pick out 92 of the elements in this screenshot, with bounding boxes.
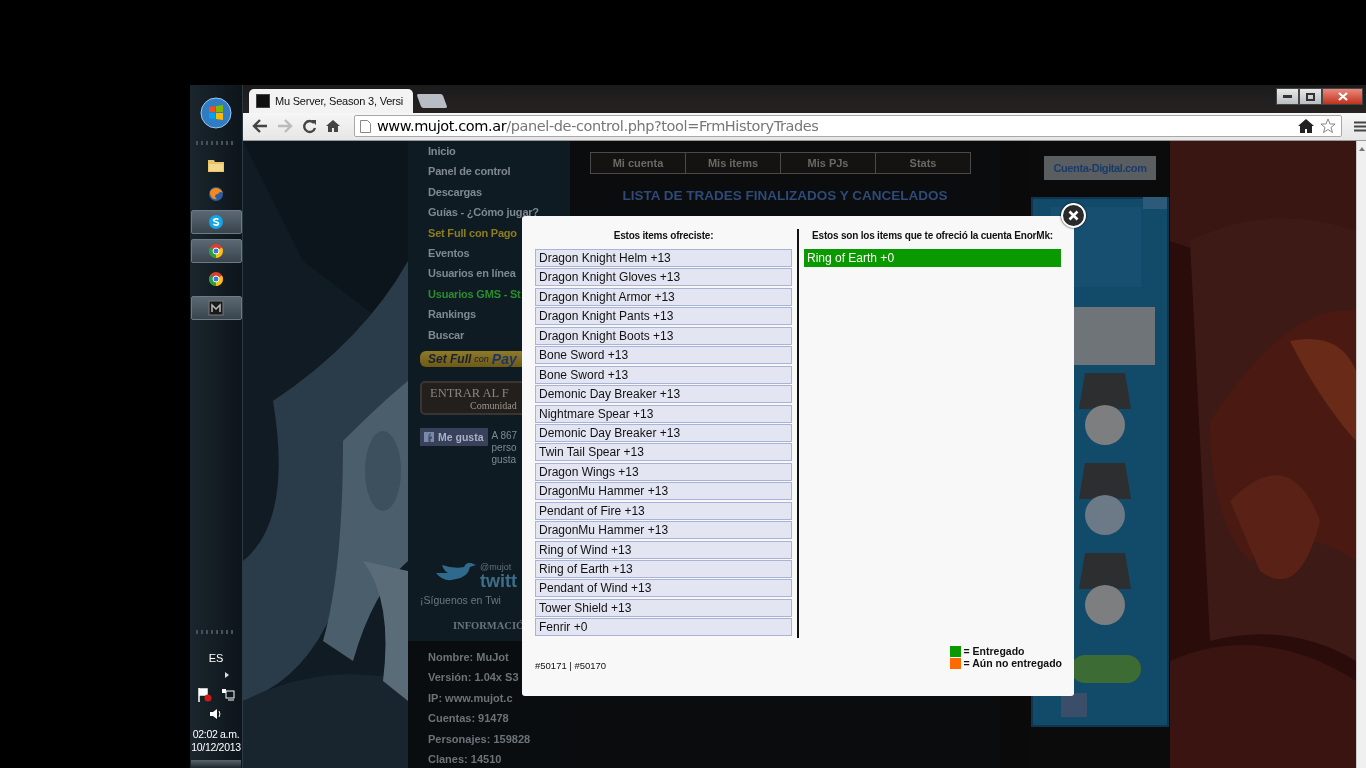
game-icon	[208, 299, 224, 316]
nav-link[interactable]: Inicio	[428, 141, 456, 162]
nav-link[interactable]: Guías - ¿Cómo jugar?	[428, 202, 539, 223]
menu-icon[interactable]	[1354, 120, 1366, 132]
page-tab[interactable]: Stats	[875, 152, 971, 174]
item-row: Pendant of Fire +13	[535, 501, 792, 520]
network-icon[interactable]	[220, 688, 235, 701]
twitter-handle: @mujot	[480, 562, 513, 573]
section-title: INFORMACIÓ	[453, 620, 525, 632]
item-row: Ring of Earth +13	[535, 560, 792, 578]
item-row: Dragon Knight Gloves +13	[535, 268, 792, 287]
item-row: Ring of Earth +0	[804, 249, 1061, 267]
favicon-icon	[256, 93, 270, 108]
info-row-text: IP: www.mujot.c	[428, 690, 513, 706]
page-tab[interactable]: Mis PJs	[780, 152, 876, 174]
new-tab-button[interactable]	[416, 93, 448, 108]
nav-link[interactable]: Eventos	[428, 243, 470, 264]
maximize-button[interactable]	[1299, 88, 1322, 105]
close-icon	[1068, 210, 1079, 221]
follow-link[interactable]: ¡Síguenos en Twi	[420, 594, 501, 607]
item-row: Tower Shield +13	[535, 598, 792, 617]
reload-icon[interactable]	[301, 118, 317, 134]
like-note-text: A 867	[491, 430, 518, 443]
taskbar-app[interactable]	[190, 238, 242, 263]
like-button[interactable]: Me gusta	[420, 428, 488, 447]
page-tab[interactable]: Mis items	[685, 152, 781, 174]
minimize-button[interactable]	[1276, 88, 1299, 105]
home-icon[interactable]	[1298, 118, 1314, 135]
folder-icon	[208, 158, 224, 172]
legend-label: = Aún no entregado	[963, 657, 1062, 669]
item-row: Bone Sword +13	[535, 365, 792, 384]
item-row: Dragon Knight Helm +13	[535, 249, 792, 267]
page-tab[interactable]: Mi cuenta	[590, 152, 686, 174]
item-row: Dragon Wings +13	[535, 462, 792, 481]
page-icon	[359, 119, 371, 133]
nav-link[interactable]: Set Full con Pago	[428, 222, 517, 244]
speaker-icon[interactable]	[209, 708, 223, 720]
facebook-icon	[424, 432, 434, 443]
clock-date: 10/12/2013	[191, 741, 241, 754]
star-icon[interactable]	[1320, 118, 1336, 135]
item-row: Ring of Wind +13	[535, 540, 792, 559]
column-title: Estos items ofreciste:	[612, 229, 715, 243]
language-indicator[interactable]: ES	[208, 652, 224, 664]
home-icon[interactable]	[325, 119, 340, 134]
item-row: Twin Tail Spear +13	[535, 443, 792, 462]
nav-link[interactable]: Usuarios GMS - St	[428, 283, 521, 305]
item-row: Demonic Day Breaker +13	[535, 423, 792, 442]
browser-tab[interactable]: Mu Server, Season 3, Versi	[249, 88, 413, 113]
clock-time: 02:02 a.m.	[192, 728, 240, 741]
globe-icon	[208, 185, 224, 202]
item-row: Bone Sword +13	[535, 346, 792, 365]
scroll-up-icon[interactable]	[1358, 147, 1365, 151]
tray-arrow-icon[interactable]	[225, 672, 229, 678]
item-row: DragonMu Hammer +13	[535, 482, 792, 501]
info-row-text: Cuentas: 91478	[428, 711, 509, 727]
minimize-icon	[1283, 95, 1292, 98]
taskbar-app[interactable]	[190, 295, 242, 320]
like-note-text: perso	[491, 442, 517, 455]
like-note-text: gusta	[491, 454, 516, 467]
item-row: Dragon Knight Boots +13	[535, 326, 792, 345]
page-heading: LISTA DE TRADES FINALIZADOS Y CANCELADOS	[622, 188, 948, 203]
info-row-text: Clanes: 14510	[428, 752, 502, 768]
chrome-icon	[208, 242, 224, 259]
item-row: Fenrir +0	[535, 618, 792, 637]
close-button[interactable]	[1322, 88, 1363, 105]
item-row: Dragon Knight Armor +13	[535, 287, 792, 306]
start-button[interactable]	[200, 97, 232, 129]
nav-link[interactable]: Usuarios en línea	[428, 263, 516, 284]
address-bar[interactable]: www.mujot.com.ar/panel-de-control.php?tool=FrmHistoryTrades	[353, 115, 1342, 138]
item-row: Dragon Knight Pants +13	[535, 307, 792, 326]
close-icon	[1337, 92, 1348, 101]
nav-link[interactable]: Panel de control	[428, 161, 511, 182]
info-row-text: Personajes: 159828	[428, 731, 531, 747]
item-row: Pendant of Wind +13	[535, 579, 792, 598]
trade-ids: #50171 | #50170	[535, 660, 607, 671]
taskbar-app[interactable]	[190, 210, 242, 234]
maximize-icon	[1306, 92, 1315, 101]
flag-icon[interactable]	[197, 688, 212, 702]
chrome-icon	[208, 271, 224, 287]
column-title: Estos son los items que te ofreció la cuenta EnorMk:	[811, 229, 1054, 243]
twitter-logo-text: twitt	[480, 572, 517, 591]
info-row-text: Nombre: MuJot	[428, 650, 509, 666]
item-row: DragonMu Hammer +13	[535, 521, 792, 540]
nav-link[interactable]: Rankings	[428, 304, 476, 325]
info-row-text: Versión: 1.04x S3	[428, 670, 519, 686]
skype-icon	[208, 214, 224, 230]
back-icon[interactable]	[252, 119, 268, 134]
item-row: Nightmare Spear +13	[535, 404, 792, 423]
legend-label: = Entregado	[963, 645, 1025, 657]
nav-link[interactable]: Descargas	[428, 181, 482, 203]
item-row: Demonic Day Breaker +13	[535, 385, 792, 404]
nav-link[interactable]: Buscar	[428, 324, 465, 346]
